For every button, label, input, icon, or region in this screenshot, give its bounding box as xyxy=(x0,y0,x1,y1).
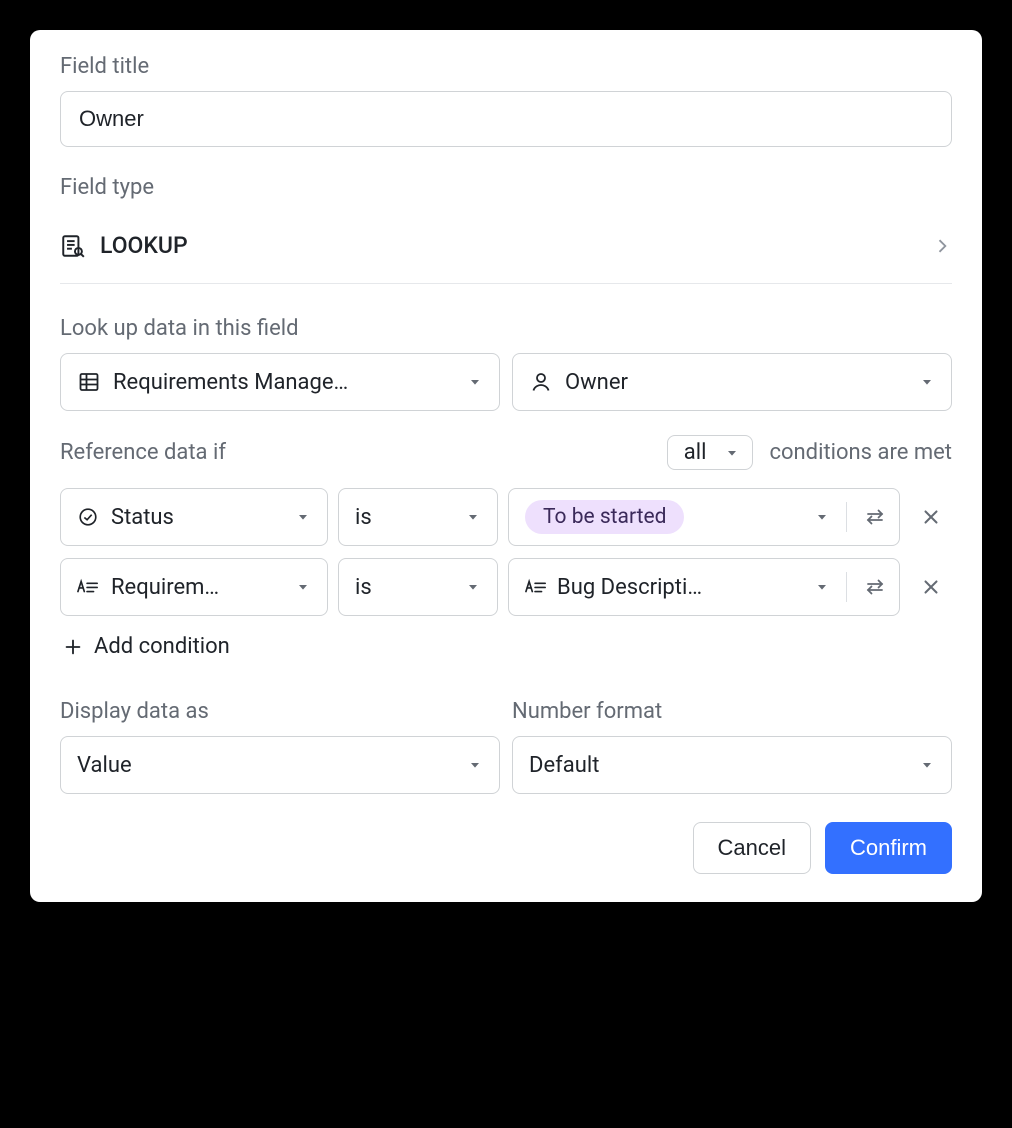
remove-condition-button[interactable] xyxy=(910,576,952,598)
divider xyxy=(846,572,847,602)
field-type-value: LOOKUP xyxy=(100,232,188,259)
condition-operator-select[interactable]: is xyxy=(338,488,498,546)
lookup-icon xyxy=(60,233,86,259)
caret-down-icon xyxy=(467,757,483,773)
caret-down-icon xyxy=(295,579,311,595)
caret-down-icon xyxy=(465,579,481,595)
status-pill: To be started xyxy=(525,500,684,534)
condition-operator-value: is xyxy=(355,575,372,600)
caret-down-icon xyxy=(919,757,935,773)
field-title-section: Field title xyxy=(60,54,952,147)
display-format-section: Display data as Value Number format Defa… xyxy=(60,699,952,794)
display-as-value: Value xyxy=(77,753,132,778)
condition-operator-value: is xyxy=(355,505,372,530)
condition-field-value: Status xyxy=(111,505,174,530)
condition-field-select[interactable]: Requirem… xyxy=(60,558,328,616)
add-condition-button[interactable]: Add condition xyxy=(60,630,232,663)
lookup-field-value: Owner xyxy=(565,370,628,395)
divider xyxy=(846,502,847,532)
caret-down-icon xyxy=(919,374,935,390)
conditions-met-label: conditions are met xyxy=(769,440,952,465)
number-format-value: Default xyxy=(529,753,599,778)
condition-value-select[interactable]: To be started xyxy=(508,488,900,546)
caret-down-icon xyxy=(814,509,830,525)
caret-down-icon xyxy=(465,509,481,525)
number-format-label: Number format xyxy=(512,699,952,724)
swap-icon[interactable] xyxy=(863,505,887,529)
number-format-select[interactable]: Default xyxy=(512,736,952,794)
field-config-panel: Field title Field type LOOKUP xyxy=(30,30,982,902)
add-condition-label: Add condition xyxy=(94,634,230,659)
field-type-section: Field type LOOKUP xyxy=(60,175,952,284)
text-field-icon xyxy=(77,576,99,598)
condition-row: Status is To be started xyxy=(60,488,952,546)
caret-down-icon xyxy=(724,445,740,461)
plus-icon xyxy=(62,636,84,658)
status-icon xyxy=(77,506,99,528)
display-as-select[interactable]: Value xyxy=(60,736,500,794)
text-field-icon xyxy=(525,576,547,598)
condition-row: Requirem… is xyxy=(60,558,952,616)
lookup-section: Look up data in this field Requirements … xyxy=(60,316,952,411)
caret-down-icon xyxy=(295,509,311,525)
field-type-label: Field type xyxy=(60,175,952,200)
field-type-selector[interactable]: LOOKUP xyxy=(60,212,952,284)
person-icon xyxy=(529,370,553,394)
remove-condition-button[interactable] xyxy=(910,506,952,528)
field-title-input[interactable] xyxy=(60,91,952,147)
condition-value-select[interactable]: Bug Descripti… xyxy=(508,558,900,616)
display-as-label: Display data as xyxy=(60,699,500,724)
dialog-footer: Cancel Confirm xyxy=(60,822,952,874)
caret-down-icon xyxy=(467,374,483,390)
cancel-button[interactable]: Cancel xyxy=(693,822,811,874)
field-title-label: Field title xyxy=(60,54,952,79)
lookup-table-value: Requirements Manage… xyxy=(113,370,348,395)
lookup-field-select[interactable]: Owner xyxy=(512,353,952,411)
condition-value-text: Bug Descripti… xyxy=(557,575,702,600)
match-mode-select[interactable]: all xyxy=(667,435,754,470)
lookup-label: Look up data in this field xyxy=(60,316,952,341)
reference-data-label: Reference data if xyxy=(60,440,226,465)
condition-field-value: Requirem… xyxy=(111,575,219,600)
table-icon xyxy=(77,370,101,394)
chevron-right-icon xyxy=(932,236,952,256)
caret-down-icon xyxy=(814,579,830,595)
condition-operator-select[interactable]: is xyxy=(338,558,498,616)
confirm-button[interactable]: Confirm xyxy=(825,822,952,874)
swap-icon[interactable] xyxy=(863,575,887,599)
match-mode-value: all xyxy=(684,440,707,465)
lookup-table-select[interactable]: Requirements Manage… xyxy=(60,353,500,411)
condition-field-select[interactable]: Status xyxy=(60,488,328,546)
conditions-section: Reference data if all conditions are met xyxy=(60,435,952,663)
